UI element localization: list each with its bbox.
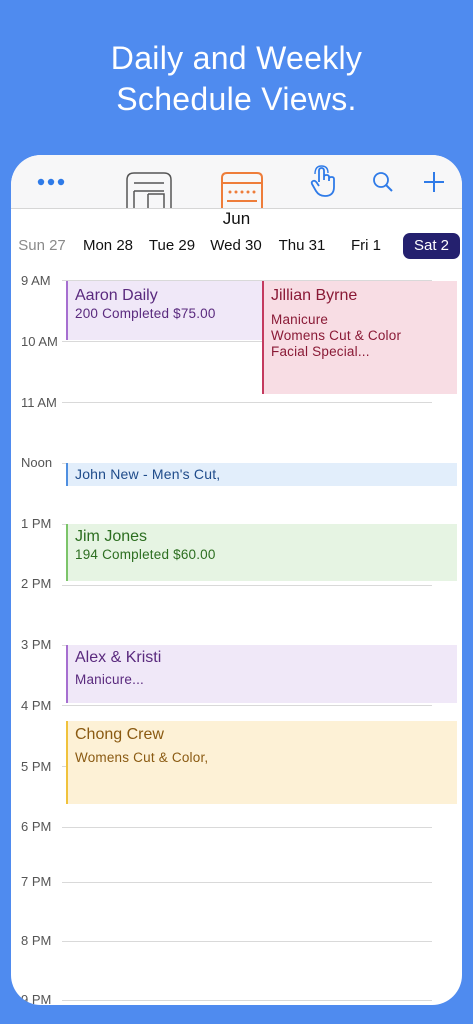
hour-label: 5 PM [21, 759, 52, 774]
search-icon [373, 171, 393, 192]
hour-label: 3 PM [21, 637, 52, 652]
add-button[interactable] [419, 155, 449, 208]
search-button[interactable] [368, 155, 398, 208]
event-detail: Womens Cut & Color, [75, 750, 209, 765]
hour-label: 8 PM [21, 933, 52, 948]
hour-label: Noon [21, 455, 53, 470]
day-view-button[interactable] [123, 155, 175, 208]
hour-label: 9 AM [21, 273, 51, 288]
day-view-icon [126, 172, 172, 208]
event-title: Jillian Byrne [271, 287, 358, 304]
event-aaron-daily[interactable]: Aaron Daily 200 Completed $75.00 [66, 281, 265, 340]
event-title: Jim Jones [75, 528, 148, 545]
event-detail: 194 Completed $60.00 [75, 547, 216, 562]
hour-gridline [62, 882, 432, 883]
day-sat-2[interactable]: Sat 2 [403, 233, 460, 259]
day-tue-29[interactable]: Tue 29 [144, 233, 200, 259]
event-jillian-byrne[interactable]: Jillian Byrne Manicure Womens Cut & Colo… [262, 281, 457, 394]
event-title: Alex & Kristi [75, 649, 162, 666]
headline-line-2: Schedule Views. [116, 81, 357, 117]
week-view-icon [221, 172, 263, 208]
touch-icon [310, 164, 335, 197]
hour-label: 11 AM [21, 395, 57, 410]
hour-label: 2 PM [21, 576, 52, 591]
week-view-button[interactable] [216, 155, 268, 208]
day-sun-27[interactable]: Sun 27 [14, 233, 70, 259]
event-detail: Facial Special... [271, 344, 370, 359]
hour-gridline [62, 827, 432, 828]
hour-label: 4 PM [21, 698, 52, 713]
day-thu-31[interactable]: Thu 31 [274, 233, 330, 259]
hour-label: 9 PM [21, 992, 52, 1005]
headline-line-1: Daily and Weekly [110, 40, 363, 76]
event-detail: Manicure [271, 312, 329, 327]
hour-gridline [62, 585, 432, 586]
more-icon [37, 178, 65, 185]
hour-gridline [62, 402, 432, 403]
hour-label: 6 PM [21, 819, 52, 834]
day-wed-30[interactable]: Wed 30 [206, 233, 266, 259]
event-alex-kristi[interactable]: Alex & Kristi Manicure... [66, 645, 457, 703]
event-title: Chong Crew [75, 726, 164, 743]
event-detail: Womens Cut & Color [271, 328, 402, 343]
event-chong-crew[interactable]: Chong Crew Womens Cut & Color, [66, 721, 457, 804]
event-detail: 200 Completed $75.00 [75, 306, 216, 321]
hour-label: 10 AM [21, 334, 58, 349]
day-mon-28[interactable]: Mon 28 [77, 233, 139, 259]
day-fri-1[interactable]: Fri 1 [341, 233, 391, 259]
hour-label: 1 PM [21, 516, 52, 531]
day-strip: Sun 27 Mon 28 Tue 29 Wed 30 Thu 31 Fri 1… [11, 233, 462, 263]
month-label: Jun [222, 209, 251, 228]
hour-gridline [62, 705, 432, 706]
headline: Daily and Weekly Schedule Views. [0, 38, 473, 120]
hour-label: 7 PM [21, 874, 52, 889]
event-jim-jones[interactable]: Jim Jones 194 Completed $60.00 [66, 524, 457, 581]
touch-button[interactable] [301, 155, 345, 208]
hour-gridline [62, 941, 432, 942]
event-title: Aaron Daily [75, 287, 158, 304]
event-john-new[interactable]: John New - Men's Cut, [66, 463, 457, 486]
hour-gridline [62, 1000, 432, 1001]
more-button[interactable] [29, 155, 73, 208]
add-icon [424, 171, 444, 192]
event-detail: Manicure... [75, 672, 144, 687]
event-title: John New - Men's Cut, [75, 466, 221, 482]
phone-screen: Jun Sun 27 Mon 28 Tue 29 Wed 30 Thu 31 F… [11, 155, 462, 1005]
toolbar [11, 155, 462, 209]
